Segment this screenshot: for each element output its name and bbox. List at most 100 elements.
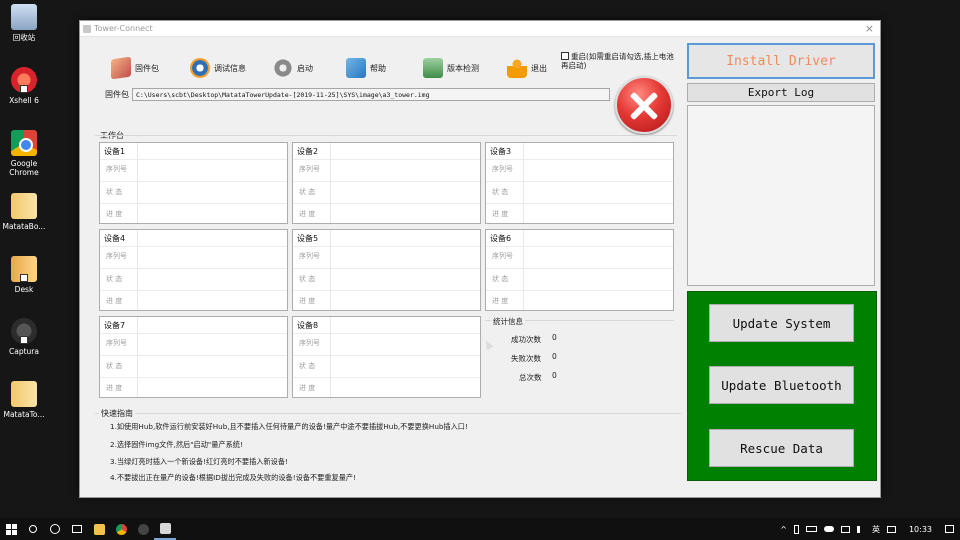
- xshell-icon: [11, 67, 37, 93]
- taskbar-explorer[interactable]: [88, 518, 110, 540]
- divider: [486, 268, 673, 269]
- device-panel: 设备8 序列号状 态进 度: [292, 316, 481, 398]
- taskbar-tower-connect[interactable]: [154, 518, 176, 540]
- debug-info-label: 调试信息: [214, 63, 246, 73]
- install-driver-button[interactable]: Install Driver: [687, 43, 875, 79]
- right-panel: Install Driver Export Log Update System …: [683, 40, 879, 484]
- cortana-button[interactable]: [44, 518, 66, 540]
- title-bar[interactable]: Tower-Connect ×: [80, 21, 880, 37]
- device-status-label: 状 态: [106, 275, 123, 283]
- device-name: 设备3: [490, 147, 512, 156]
- taskbar-chrome[interactable]: [110, 518, 132, 540]
- divider: [486, 290, 673, 291]
- divider: [100, 246, 287, 247]
- guide-line: 4.不要拔出正在量产的设备!根据ID拔出完成及失败的设备!设备不要重复量产!: [110, 473, 356, 482]
- divider: [523, 230, 524, 310]
- divider: [293, 268, 480, 269]
- ime-indicator[interactable]: 英: [872, 524, 880, 535]
- divider: [100, 377, 287, 378]
- exit-button[interactable]: 退出: [507, 54, 547, 82]
- checkbox-box[interactable]: [561, 52, 569, 60]
- divider: [137, 143, 138, 223]
- exit-label: 退出: [531, 63, 547, 73]
- success-count-value: 0: [552, 333, 557, 342]
- divider: [330, 143, 331, 223]
- device-serial-label: 序列号: [106, 252, 127, 260]
- desktop-icon-label: Xshell 6: [9, 96, 39, 105]
- device-panel: 设备2 序列号状 态进 度: [292, 142, 481, 224]
- help-button[interactable]: 帮助: [346, 54, 386, 82]
- desktop-icon-desk[interactable]: Desk: [2, 256, 46, 294]
- reboot-label: 重启(如需重启请勾选,插上电池再启动): [561, 52, 674, 70]
- device-progress-label: 进 度: [106, 384, 123, 392]
- device-serial-label: 序列号: [299, 339, 320, 347]
- desktop-icon-matatato[interactable]: MatataTo...: [2, 381, 46, 419]
- export-log-button[interactable]: Export Log: [687, 83, 875, 102]
- volume-icon[interactable]: [856, 525, 865, 533]
- divider: [293, 290, 480, 291]
- rescue-data-button[interactable]: Rescue Data: [709, 429, 854, 467]
- divider: [293, 377, 480, 378]
- keyboard-icon[interactable]: [886, 525, 896, 533]
- windows-logo-icon: [5, 523, 17, 535]
- folder-icon: [93, 523, 105, 535]
- divider: [330, 317, 331, 397]
- shortcut-arrow-icon: [20, 85, 28, 93]
- device-panel: 设备6 序列号状 态进 度: [485, 229, 674, 311]
- guide-line: 1.如使用Hub,软件运行前安装好Hub,且不要插入任何待量产的设备!量产中途不…: [110, 422, 468, 431]
- firmware-button[interactable]: 固件包: [111, 54, 159, 82]
- reboot-checkbox[interactable]: 重启(如需重启请勾选,插上电池再启动): [561, 52, 677, 70]
- desktop-icon-captura[interactable]: Captura: [2, 318, 46, 356]
- chevron-up-icon[interactable]: ^: [780, 525, 787, 534]
- device-progress-label: 进 度: [106, 297, 123, 305]
- divider: [486, 159, 673, 160]
- device-name: 设备4: [104, 234, 126, 243]
- recycle-bin-icon: [11, 4, 37, 30]
- start-menu-button[interactable]: [0, 518, 22, 540]
- start-button[interactable]: 启动: [273, 54, 313, 82]
- desktop-icon-label: 回收站: [12, 33, 36, 42]
- debug-info-button[interactable]: 调试信息: [190, 54, 246, 82]
- usb-icon[interactable]: [793, 524, 799, 534]
- notifications-icon[interactable]: [945, 525, 954, 533]
- desktop-icon-matatabo[interactable]: MatataBo...: [2, 193, 46, 231]
- log-output-box[interactable]: [687, 105, 875, 286]
- package-icon: [111, 56, 131, 80]
- stats-title: 统计信息: [491, 316, 525, 327]
- app-file-icon: [11, 193, 37, 219]
- device-name: 设备5: [297, 234, 319, 243]
- taskbar-captura[interactable]: [132, 518, 154, 540]
- battery-icon[interactable]: [805, 526, 817, 532]
- device-progress-label: 进 度: [299, 297, 316, 305]
- start-label: 启动: [297, 63, 313, 73]
- task-view-icon: [72, 525, 82, 533]
- window-title: Tower-Connect: [94, 24, 153, 33]
- device-name: 设备7: [104, 321, 126, 330]
- search-button[interactable]: [22, 518, 44, 540]
- divider: [100, 333, 287, 334]
- firmware-path-field[interactable]: C:\Users\scbt\Desktop\MatataTowerUpdate-…: [132, 88, 610, 101]
- desktop-icon-xshell[interactable]: Xshell 6: [2, 67, 46, 105]
- device-panel: 设备5 序列号状 态进 度: [292, 229, 481, 311]
- cloud-icon[interactable]: [823, 526, 834, 532]
- network-icon[interactable]: [840, 525, 850, 533]
- device-status-label: 状 态: [299, 188, 316, 196]
- guide-line: 2.选择固件img文件,然后"启动"量产系统!: [110, 440, 243, 449]
- book-icon: [346, 58, 366, 78]
- divider: [293, 333, 480, 334]
- device-panel: 设备3 序列号状 态进 度: [485, 142, 674, 224]
- stop-button[interactable]: [615, 76, 673, 134]
- divider: [293, 355, 480, 356]
- close-button[interactable]: ×: [865, 22, 874, 35]
- device-name: 设备2: [297, 147, 319, 156]
- task-view-button[interactable]: [66, 518, 88, 540]
- clock[interactable]: 10:33: [909, 525, 932, 534]
- desktop-icon-recycle-bin[interactable]: 回收站: [2, 4, 46, 42]
- divider: [523, 143, 524, 223]
- divider: [100, 159, 287, 160]
- update-system-button[interactable]: Update System: [709, 304, 854, 342]
- app-icon: [159, 522, 171, 534]
- version-check-button[interactable]: 版本检测: [423, 54, 479, 82]
- desktop-icon-chrome[interactable]: Google Chrome: [2, 130, 46, 177]
- update-bluetooth-button[interactable]: Update Bluetooth: [709, 366, 854, 404]
